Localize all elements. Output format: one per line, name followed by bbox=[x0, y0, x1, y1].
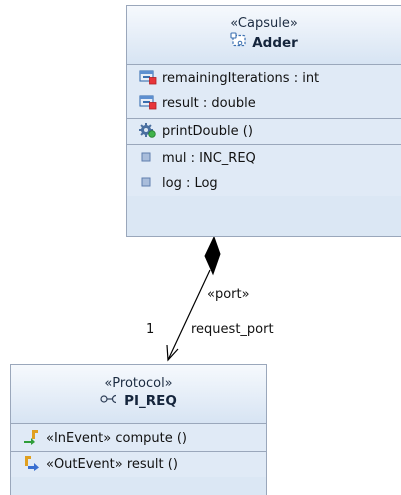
in-event-icon bbox=[23, 429, 41, 449]
capsule-ports-compartment: mul : INC_REQ log : Log bbox=[127, 145, 401, 196]
event-label: «InEvent» compute () bbox=[46, 431, 187, 446]
port-icon bbox=[139, 149, 157, 169]
operation-row[interactable]: printDouble () bbox=[127, 119, 401, 144]
protocol-header: «Protocol» PI_REQ bbox=[11, 365, 266, 424]
protocol-name: PI_REQ bbox=[124, 393, 177, 409]
association-role-label: request_port bbox=[191, 322, 274, 337]
composition-line bbox=[167, 269, 211, 361]
protocol-out-events-compartment: «OutEvent» result () bbox=[11, 452, 266, 477]
protocol-in-events-compartment: «InEvent» compute () bbox=[11, 424, 266, 452]
protocol-stereotype: «Protocol» bbox=[104, 376, 173, 391]
capsule-name: Adder bbox=[252, 34, 298, 51]
operation-label: printDouble () bbox=[162, 124, 253, 139]
private-attribute-icon bbox=[139, 94, 157, 114]
port-label: log : Log bbox=[162, 176, 218, 191]
attribute-row[interactable]: result : double bbox=[127, 91, 401, 116]
out-event-icon bbox=[23, 455, 41, 475]
protocol-name-line: PI_REQ bbox=[11, 392, 266, 410]
event-label: «OutEvent» result () bbox=[46, 457, 178, 472]
association-arrowhead bbox=[166, 344, 179, 362]
attribute-label: result : double bbox=[162, 96, 256, 111]
association-stereotype-label: «port» bbox=[207, 287, 250, 302]
protocol-pi-req-box[interactable]: «Protocol» PI_REQ «InEvent» compute () «… bbox=[10, 364, 267, 495]
operation-gear-icon bbox=[139, 122, 157, 142]
attribute-row[interactable]: remainingIterations : int bbox=[127, 66, 401, 91]
diagram-canvas: «port» request_port 1 «Capsule» Adder re… bbox=[0, 0, 401, 495]
association-multiplicity-label: 1 bbox=[146, 322, 155, 337]
private-attribute-icon bbox=[139, 69, 157, 89]
capsule-icon bbox=[230, 32, 248, 53]
port-label: mul : INC_REQ bbox=[162, 151, 256, 166]
event-row[interactable]: «InEvent» compute () bbox=[11, 426, 266, 451]
event-row[interactable]: «OutEvent» result () bbox=[11, 452, 266, 477]
port-row[interactable]: log : Log bbox=[127, 171, 401, 196]
attribute-label: remainingIterations : int bbox=[162, 71, 320, 86]
capsule-attributes-compartment: remainingIterations : int result : doubl… bbox=[127, 65, 401, 119]
capsule-stereotype: «Capsule» bbox=[230, 16, 298, 31]
capsule-name-line: Adder bbox=[127, 32, 401, 53]
protocol-icon bbox=[100, 392, 120, 410]
capsule-operations-compartment: printDouble () bbox=[127, 119, 401, 145]
composition-diamond bbox=[204, 235, 221, 276]
port-icon bbox=[139, 174, 157, 194]
capsule-adder-box[interactable]: «Capsule» Adder remainingIterations: in… bbox=[126, 5, 401, 237]
capsule-header: «Capsule» Adder bbox=[127, 6, 401, 65]
port-row[interactable]: mul : INC_REQ bbox=[127, 146, 401, 171]
